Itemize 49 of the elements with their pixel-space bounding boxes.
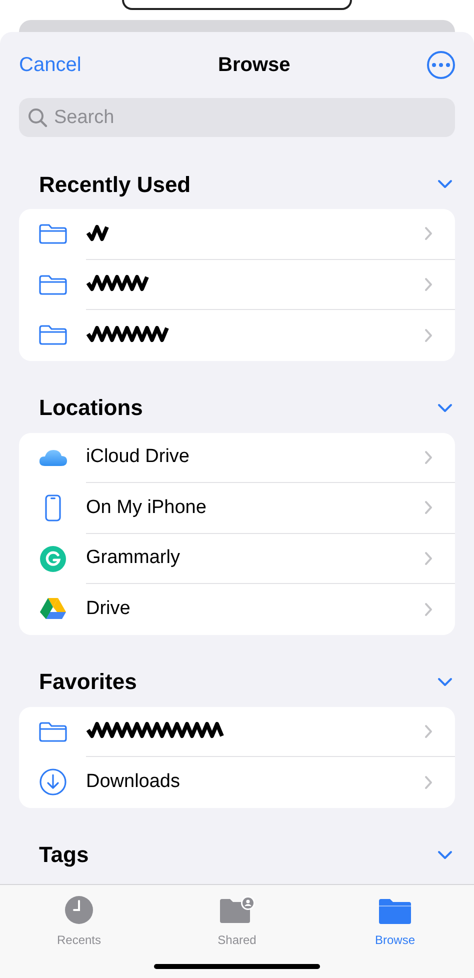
section-toggle[interactable] [437, 850, 454, 860]
search-field[interactable]: Search [19, 98, 455, 137]
chevron-right-icon [424, 602, 433, 617]
section-title: Recently Used [39, 170, 191, 199]
list-row[interactable]: Drive [19, 584, 455, 634]
cancel-button[interactable]: Cancel [19, 50, 82, 80]
drive-logo-icon [39, 597, 67, 622]
section-toggle[interactable] [437, 676, 454, 686]
list-row[interactable]: Downloads [19, 757, 455, 808]
tab[interactable]: Browse [340, 893, 450, 978]
grammarly-logo-icon [40, 546, 66, 572]
clock-icon [64, 895, 94, 925]
phone-icon [44, 494, 62, 522]
list-row[interactable]: Grammarly [19, 534, 455, 584]
chevron-down-icon [437, 179, 453, 189]
search-icon [28, 108, 48, 128]
row-label: Grammarly [86, 546, 180, 570]
chevron-right-icon [424, 500, 433, 516]
section-toggle[interactable] [437, 179, 454, 189]
row-label: iCloud Drive [86, 445, 190, 469]
section-title: Favorites [39, 668, 137, 696]
folder-icon [38, 324, 68, 346]
folder-icon [38, 274, 68, 296]
list-row[interactable]: iCloud Drive [19, 432, 455, 483]
section-toggle[interactable] [437, 402, 454, 412]
more-button[interactable] [426, 51, 455, 79]
shared-folder-icon [218, 895, 256, 925]
chevron-right-icon [424, 724, 433, 739]
section-title: Locations [39, 394, 143, 422]
row-label: Drive [86, 597, 130, 621]
chevron-right-icon [424, 550, 433, 566]
chevron-right-icon [424, 276, 433, 292]
chevron-down-icon [437, 676, 453, 686]
cloud-icon [38, 448, 68, 468]
chevron-down-icon [437, 850, 453, 860]
chevron-right-icon [424, 226, 433, 242]
section-title: Tags [39, 841, 89, 869]
folder-icon [38, 223, 68, 246]
chevron-down-icon [437, 402, 453, 412]
row-label: On My iPhone [86, 496, 206, 520]
download-icon [39, 768, 67, 796]
chevron-right-icon [424, 774, 433, 790]
list-row[interactable]: On My iPhone [19, 483, 455, 534]
chevron-right-icon [424, 450, 433, 465]
browse-title: Browse [218, 53, 290, 78]
chevron-right-icon [424, 328, 433, 343]
folder-icon [38, 720, 68, 743]
row-label: Downloads [86, 770, 180, 794]
folder-icon [378, 897, 412, 925]
